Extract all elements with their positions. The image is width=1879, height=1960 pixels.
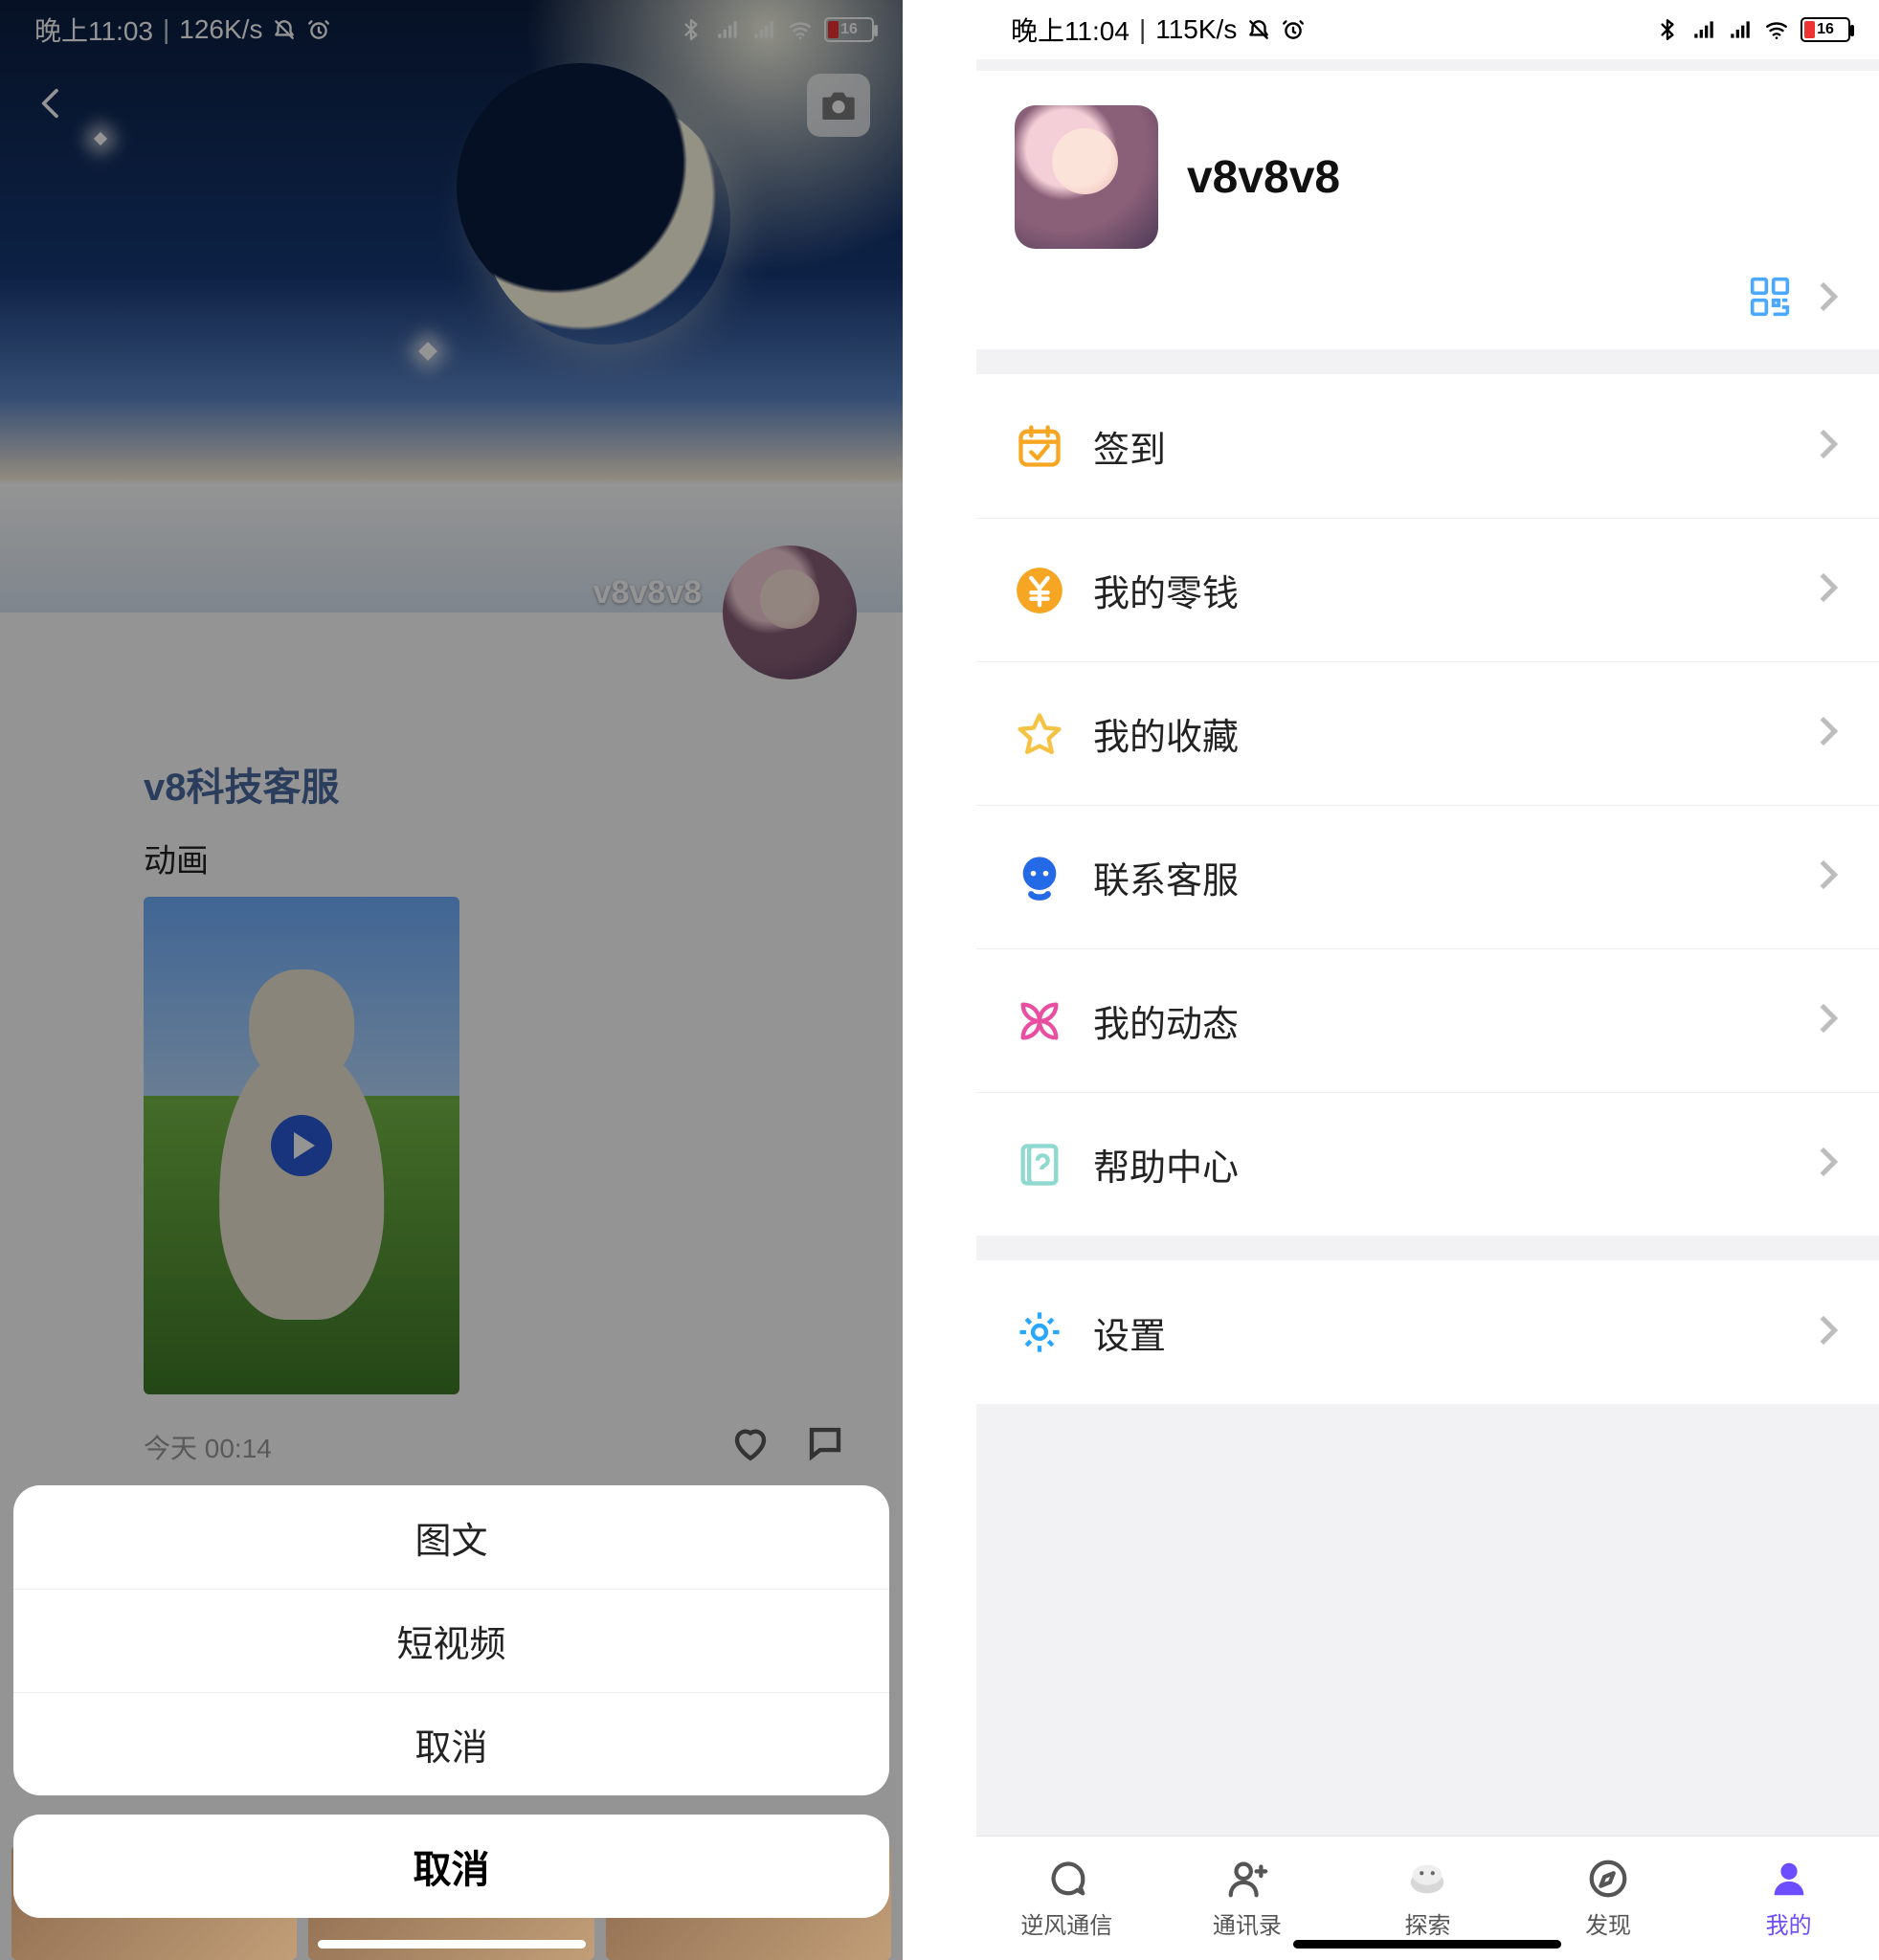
menu-item-label: 我的零钱 [1093, 564, 1239, 616]
menu-item-label: 设置 [1093, 1306, 1166, 1359]
chevron-right-icon [1816, 856, 1841, 899]
profile-username: v8v8v8 [1187, 151, 1340, 204]
status-signal2-icon [1728, 17, 1753, 42]
chevron-right-icon [1816, 1311, 1841, 1354]
tab-label: 通讯录 [1213, 1906, 1282, 1940]
menu-item-settings[interactable]: 设置 [976, 1260, 1879, 1404]
tab-label: 我的 [1766, 1906, 1812, 1940]
action-sheet-option-dismiss[interactable]: 取消 [13, 1692, 889, 1795]
chevron-right-icon [1816, 1143, 1841, 1186]
status-bar: 晚上11:04 | 115K/s [976, 0, 1879, 59]
qr-code-icon[interactable] [1749, 276, 1791, 323]
status-battery-pct: 16 [1802, 21, 1848, 38]
home-indicator [1293, 1940, 1561, 1949]
status-time: 晚上11:04 [1011, 11, 1130, 49]
menu-item-help[interactable]: 帮助中心 [976, 1092, 1879, 1236]
menu-group-settings: 设置 [976, 1260, 1879, 1404]
status-net-speed: 115K/s [1155, 14, 1237, 45]
status-signal1-icon [1691, 17, 1716, 42]
headset-support-icon [1015, 853, 1064, 902]
tab-chat[interactable]: 逆风通信 [976, 1837, 1157, 1960]
tab-label: 探索 [1404, 1906, 1450, 1940]
menu-item-support[interactable]: 联系客服 [976, 805, 1879, 948]
status-alarm-icon [1281, 17, 1306, 42]
profile-avatar[interactable] [1015, 105, 1158, 249]
action-sheet-option-short-video[interactable]: 短视频 [13, 1589, 889, 1692]
action-sheet-cancel[interactable]: 取消 [13, 1815, 889, 1918]
yen-coin-icon [1015, 566, 1064, 615]
menu-item-label: 帮助中心 [1093, 1138, 1239, 1191]
home-indicator [318, 1940, 586, 1949]
help-book-icon [1015, 1140, 1064, 1190]
menu-group-main: 签到 我的零钱 我的收藏 [976, 374, 1879, 1236]
menu-item-label: 我的收藏 [1093, 707, 1239, 760]
action-sheet: 图文 短视频 取消 取消 [0, 1485, 903, 1960]
menu-item-checkin[interactable]: 签到 [976, 374, 1879, 518]
tab-label: 逆风通信 [1020, 1906, 1112, 1940]
tab-me[interactable]: 我的 [1698, 1837, 1879, 1960]
chevron-right-icon [1816, 712, 1841, 755]
chevron-right-icon [1816, 999, 1841, 1042]
pinwheel-icon [1015, 996, 1064, 1046]
profile-screen: 晚上11:04 | 115K/s [976, 0, 1879, 1960]
chevron-right-icon [1816, 568, 1841, 612]
calendar-check-icon [1015, 421, 1064, 471]
menu-item-favorites[interactable]: 我的收藏 [976, 661, 1879, 805]
profile-card[interactable]: v8v8v8 [976, 71, 1879, 349]
star-icon [1015, 709, 1064, 759]
status-mute-icon [1246, 17, 1271, 42]
menu-item-label: 我的动态 [1093, 994, 1239, 1047]
tab-label: 发现 [1585, 1906, 1631, 1940]
status-bluetooth-icon [1655, 17, 1680, 42]
status-wifi-icon [1764, 17, 1789, 42]
menu-item-moments[interactable]: 我的动态 [976, 948, 1879, 1092]
action-sheet-option-image-text[interactable]: 图文 [13, 1485, 889, 1589]
chevron-right-icon [1816, 425, 1841, 468]
gear-icon [1015, 1307, 1064, 1357]
chevron-right-icon [1816, 278, 1841, 321]
moments-screen: 晚上11:03 | 126K/s [0, 0, 903, 1960]
menu-item-wallet[interactable]: 我的零钱 [976, 518, 1879, 661]
menu-item-label: 签到 [1093, 420, 1166, 473]
status-battery: 16 [1801, 17, 1850, 42]
menu-item-label: 联系客服 [1093, 851, 1239, 903]
